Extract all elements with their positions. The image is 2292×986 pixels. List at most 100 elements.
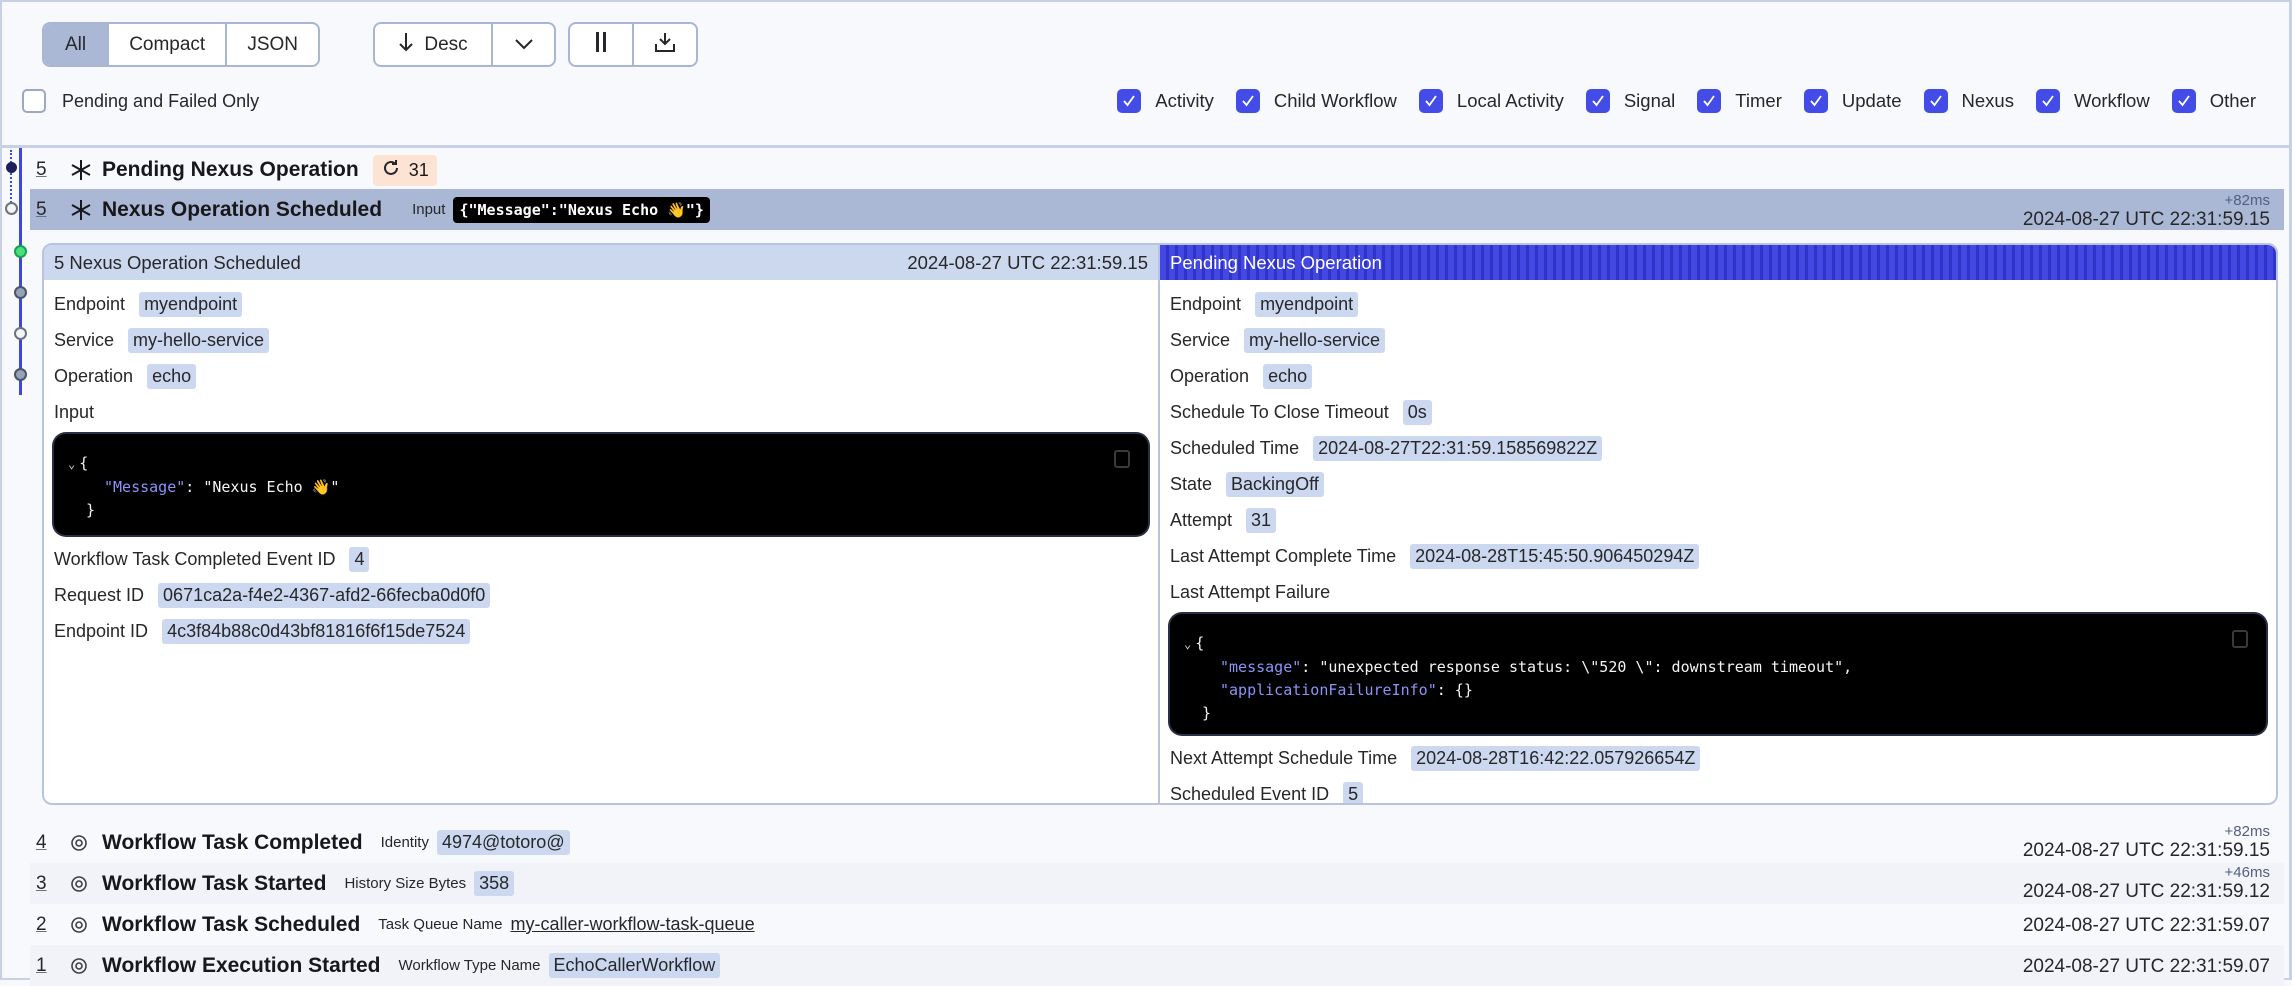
check-icon [1810, 95, 1822, 107]
filter-checkbox[interactable] [2035, 89, 2060, 113]
event-id[interactable]: 2 [30, 914, 70, 936]
sort-control: Desc [373, 22, 556, 67]
field-value[interactable]: 2024-08-28T15:45:50.906450294Z [1410, 543, 1700, 569]
nexus-icon [70, 159, 102, 181]
filter-child-workflow[interactable]: Child Workflow [1235, 89, 1397, 113]
event-id[interactable]: 3 [30, 873, 70, 895]
filter-label: Signal [1623, 90, 1676, 111]
field-value[interactable]: myendpoint [1255, 291, 1359, 317]
code-value: : {} [1436, 681, 1473, 699]
check-icon [1592, 95, 1604, 107]
collapse-icon[interactable]: ⌄ [1184, 637, 1191, 651]
field-key: State [1170, 473, 1213, 494]
copy-icon[interactable] [2232, 630, 2248, 648]
pending-failed-only-toggle[interactable]: Pending and Failed Only [22, 89, 259, 113]
view-mode-toggle: All Compact JSON [42, 22, 320, 67]
check-icon [1703, 95, 1716, 107]
filter-label: Local Activity [1456, 90, 1564, 111]
pending-detail-header: Pending Nexus Operation [1160, 245, 2276, 280]
event-title: Pending Nexus Operation [102, 158, 359, 181]
sort-order-button[interactable]: Desc [375, 24, 493, 65]
event-id[interactable]: 5 [30, 159, 70, 181]
timeline-rail [19, 148, 22, 395]
field-value[interactable]: 4 [349, 546, 370, 572]
filter-checkbox[interactable] [1697, 89, 1722, 113]
field-value[interactable]: 31 [1246, 507, 1277, 533]
sort-dropdown-button[interactable] [493, 24, 554, 65]
filter-checkbox[interactable] [1418, 89, 1443, 113]
detail-field: Endpoint myendpoint [54, 286, 1148, 322]
event-id[interactable]: 5 [30, 199, 70, 221]
field-value[interactable]: BackingOff [1226, 471, 1324, 497]
event-row[interactable]: 2 Workflow Task Scheduled Task Queue Nam… [30, 904, 2284, 945]
filter-checkbox[interactable] [1585, 89, 1610, 113]
view-mode-compact[interactable]: Compact [109, 24, 228, 65]
filter-nexus[interactable]: Nexus [1923, 89, 2014, 113]
failure-code-block[interactable]: ⌄ { "message": "unexpected response statu… [1170, 614, 2266, 734]
code-value: : "unexpected response status: \"520 \":… [1301, 658, 1853, 676]
field-key: Endpoint [1170, 293, 1242, 314]
nexus-icon [70, 199, 102, 221]
check-icon [2042, 95, 2054, 107]
field-value[interactable]: echo [1263, 363, 1313, 389]
timeline-pending-dotted-line [10, 150, 12, 210]
event-row[interactable]: 3 Workflow Task Started History Size Byt… [30, 863, 2284, 904]
field-value[interactable]: myendpoint [139, 291, 243, 317]
view-mode-json[interactable]: JSON [227, 24, 318, 65]
pending-failed-only-checkbox[interactable] [22, 89, 46, 113]
field-key: Operation [54, 365, 134, 386]
event-title: Nexus Operation Scheduled [102, 197, 383, 221]
filter-checkbox[interactable] [1803, 89, 1828, 113]
filter-timer[interactable]: Timer [1697, 89, 1782, 113]
code-brace: { [79, 454, 89, 472]
event-field-value: {"Message":"Nexus Echo 👋"} [453, 196, 710, 223]
event-row-selected[interactable]: 5 Nexus Operation Scheduled Input {"Mess… [30, 189, 2284, 230]
detail-field: Scheduled Time 2024-08-27T22:31:59.158569… [1170, 430, 2266, 466]
field-value[interactable]: 0s [1402, 399, 1432, 425]
filter-signal[interactable]: Signal [1585, 89, 1676, 113]
field-key: Scheduled Time [1170, 437, 1300, 458]
field-key: Endpoint ID [54, 620, 149, 641]
field-value[interactable]: my-hello-service [1244, 327, 1386, 353]
collapse-icon[interactable]: ⌄ [68, 457, 75, 471]
detail-field: Next Attempt Schedule Time 2024-08-28T16:… [1170, 740, 2266, 776]
input-label-text: Input [54, 401, 95, 422]
field-value[interactable]: 0671ca2a-f4e2-4367-afd2-66fecba0d0f0 [158, 582, 491, 608]
detail-field: Endpoint ID 4c3f84b88c0d43bf81816f6f15de7… [54, 613, 1148, 649]
filter-checkbox[interactable] [2171, 89, 2196, 113]
filter-checkbox[interactable] [1923, 89, 1948, 113]
event-delta: +46ms [2224, 864, 2270, 881]
copy-icon[interactable] [1114, 450, 1130, 468]
field-value[interactable]: 5 [1343, 781, 1364, 803]
event-id[interactable]: 4 [30, 832, 70, 854]
filter-local-activity[interactable]: Local Activity [1418, 89, 1564, 113]
filter-update[interactable]: Update [1803, 89, 1902, 113]
filter-checkbox[interactable] [1117, 89, 1142, 113]
field-value[interactable]: 4c3f84b88c0d43bf81816f6f15de7524 [162, 618, 471, 644]
filter-label: Other [2209, 90, 2256, 111]
filter-checkbox[interactable] [1235, 89, 1260, 113]
pause-button[interactable] [570, 24, 634, 65]
filter-activity[interactable]: Activity [1117, 89, 1214, 113]
event-timestamp: +82ms 2024-08-27 UTC 22:31:59.15 [2023, 193, 2270, 229]
filter-other[interactable]: Other [2171, 89, 2256, 113]
pending-failed-only-label: Pending and Failed Only [62, 90, 260, 111]
input-code-block[interactable]: ⌄ { "Message": "Nexus Echo 👋" } [54, 434, 1148, 535]
event-id[interactable]: 1 [30, 955, 70, 977]
filter-workflow[interactable]: Workflow [2035, 89, 2150, 113]
event-row-pending[interactable]: 5 Pending Nexus Operation 31 [30, 153, 2284, 187]
view-mode-all[interactable]: All [44, 24, 110, 65]
check-icon [1425, 95, 1437, 107]
download-button[interactable] [634, 24, 696, 65]
event-time: 2024-08-27 UTC 22:31:59.15 [2022, 209, 2270, 230]
event-row[interactable]: 4 Workflow Task Completed Identity 4974@… [30, 822, 2284, 863]
field-value[interactable]: 2024-08-28T16:42:22.057926654Z [1411, 745, 1701, 771]
field-key: Last Attempt Complete Time [1170, 545, 1397, 566]
field-value-link[interactable]: my-caller-workflow-task-queue [511, 914, 755, 935]
filter-label: Nexus [1961, 90, 2014, 111]
timeline-node-pending [6, 162, 17, 173]
field-value[interactable]: my-hello-service [128, 327, 270, 353]
field-value[interactable]: echo [147, 363, 197, 389]
event-detail-title: 5 Nexus Operation Scheduled [54, 251, 301, 273]
field-value[interactable]: 2024-08-27T22:31:59.158569822Z [1313, 435, 1603, 461]
